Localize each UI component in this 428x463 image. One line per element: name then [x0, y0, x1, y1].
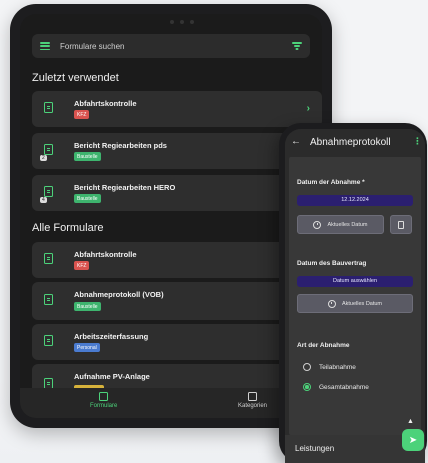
current-date-button[interactable]: Aktuelles Datum [297, 215, 384, 234]
tablet-screen: Formulare suchen Zuletzt verwendet Abfah… [20, 14, 322, 418]
more-vertical-icon[interactable]: ⋮ [413, 136, 422, 147]
usage-count-badge: 4 [40, 197, 47, 203]
nav-forms[interactable]: Formulare [90, 392, 117, 409]
tablet-camera [164, 20, 200, 24]
form-title: Abnahmeprotokoll (VOB) [74, 290, 164, 299]
current-date-button-2[interactable]: Aktuelles Datum [297, 294, 413, 313]
trash-icon [398, 220, 404, 229]
current-date-button-2-label: Aktuelles Datum [341, 300, 383, 307]
services-label[interactable]: Leistungen [295, 444, 334, 453]
filter-icon[interactable] [292, 42, 302, 50]
radio-label: Gesamtabnahme [319, 383, 369, 391]
search-bar[interactable]: Formulare suchen [32, 34, 310, 58]
category-badge: Baustelle [74, 302, 101, 311]
arrow-up-icon[interactable]: ▲ [407, 418, 414, 425]
radio-option-partial[interactable]: Teilabnahme [303, 363, 356, 371]
search-input[interactable]: Formulare suchen [60, 42, 292, 51]
send-icon: ➤ [408, 434, 418, 446]
back-arrow-icon[interactable]: ← [291, 136, 301, 147]
document-icon [44, 102, 53, 113]
category-badge: Baustelle [74, 152, 101, 161]
folder-icon [248, 392, 258, 401]
form-body: Datum der Abnahme * 12.12.2024 Aktuelles… [289, 157, 421, 435]
radio-button-selected[interactable] [303, 383, 311, 391]
form-title: Bericht Regiearbeiten HERO [74, 183, 176, 192]
category-badge: KFZ [74, 261, 90, 270]
category-badge: Personal [74, 343, 100, 352]
radio-option-full[interactable]: Gesamtabnahme [303, 383, 369, 391]
form-title: Aufnahme PV-Anlage [74, 372, 150, 381]
clock-icon [327, 299, 336, 308]
document-icon [44, 253, 53, 264]
form-title: Abfahrtskontrolle [74, 99, 137, 108]
bottom-navigation: Formulare Kategorien [20, 388, 322, 418]
page-title: Abnahmeprotokoll [310, 137, 391, 148]
menu-icon[interactable] [40, 42, 50, 50]
document-icon [44, 335, 53, 346]
recent-form-card[interactable]: Abfahrtskontrolle KFZ › [32, 91, 322, 127]
category-badge: KFZ [74, 110, 90, 119]
phone-screen: ← Abnahmeprotokoll ⋮ Datum der Abnahme *… [285, 129, 425, 463]
acceptance-date-field[interactable]: 12.12.2024 [297, 195, 413, 206]
form-title: Arbeitszeiterfassung [74, 332, 149, 341]
nav-categories-label: Kategorien [238, 403, 268, 409]
contract-date-label: Datum des Bauvertrag [297, 260, 367, 267]
form-title: Abfahrtskontrolle [74, 250, 137, 259]
form-title: Bericht Regiearbeiten pds [74, 141, 167, 150]
nav-forms-label: Formulare [90, 403, 118, 409]
clock-icon [313, 220, 322, 229]
radio-button[interactable] [303, 363, 311, 371]
send-button[interactable]: ➤ [402, 429, 424, 451]
usage-count-badge: 2 [40, 155, 47, 161]
category-badge: Baustelle [74, 194, 101, 203]
contract-date-field[interactable]: Datum auswählen [297, 276, 413, 287]
acceptance-type-label: Art der Abnahme [297, 342, 350, 349]
chevron-right-icon[interactable]: › [307, 103, 310, 114]
document-icon [99, 392, 109, 401]
recent-section-title: Zuletzt verwendet [32, 72, 119, 84]
radio-label: Teilabnahme [319, 363, 356, 371]
nav-categories[interactable]: Kategorien [238, 392, 267, 409]
current-date-button-label: Aktuelles Datum [327, 221, 368, 228]
acceptance-date-label: Datum der Abnahme * [297, 179, 365, 186]
clear-date-button[interactable] [390, 215, 412, 234]
document-icon [44, 186, 53, 197]
document-icon [44, 144, 53, 155]
document-icon [44, 294, 53, 305]
phone-device: ← Abnahmeprotokoll ⋮ Datum der Abnahme *… [279, 123, 427, 463]
app-bar: ← Abnahmeprotokoll ⋮ [285, 129, 425, 157]
all-forms-section-title: Alle Formulare [32, 222, 104, 234]
